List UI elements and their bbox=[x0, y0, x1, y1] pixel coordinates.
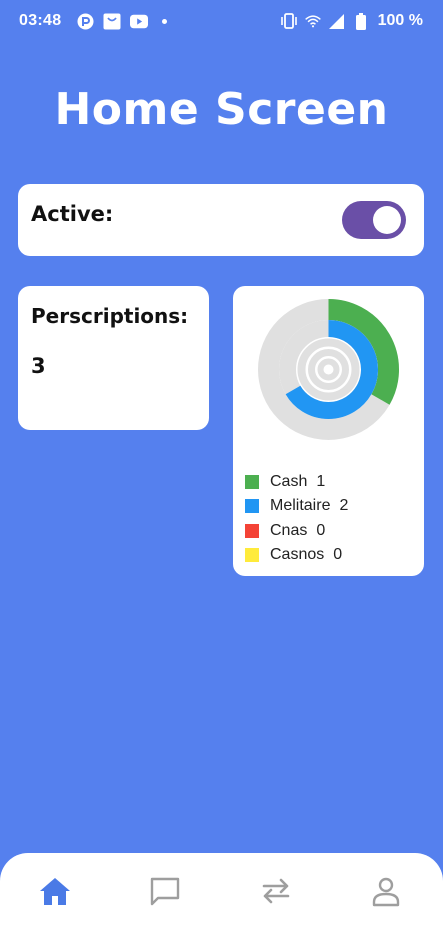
signal-icon bbox=[328, 12, 346, 30]
youtube-icon bbox=[130, 12, 148, 30]
pocket-casts-icon bbox=[76, 12, 94, 30]
legend-label: Cash bbox=[270, 473, 308, 491]
legend-value: 0 bbox=[333, 546, 343, 564]
home-icon bbox=[40, 878, 70, 905]
active-card: Active: bbox=[18, 184, 424, 256]
notification-dot-icon bbox=[162, 18, 167, 24]
battery-percentage: 100 % bbox=[377, 12, 423, 29]
status-bar: 03:48 100 % bbox=[0, 0, 443, 44]
ring-track bbox=[308, 349, 349, 390]
notification-icons bbox=[76, 12, 167, 30]
chart-legend: Cash 1 Melitaire 2 Cnas 0 Casnos 0 bbox=[245, 470, 348, 567]
ring-track bbox=[317, 358, 340, 381]
prescriptions-label: Perscriptions: bbox=[31, 304, 189, 328]
bottom-nav bbox=[0, 853, 443, 927]
legend-label: Cnas bbox=[270, 521, 308, 539]
legend-label: Melitaire bbox=[270, 497, 331, 515]
wifi-icon bbox=[304, 12, 322, 30]
nav-home[interactable] bbox=[35, 871, 75, 911]
legend-swatch bbox=[245, 548, 259, 563]
status-time: 03:48 bbox=[19, 12, 62, 29]
chat-icon bbox=[150, 877, 180, 906]
prescriptions-card: Perscriptions: 3 bbox=[18, 286, 209, 430]
legend-item-melitaire: Melitaire 2 bbox=[245, 494, 348, 518]
shopping-bag-icon bbox=[103, 12, 121, 30]
transfer-icon bbox=[262, 878, 290, 904]
legend-value: 0 bbox=[316, 521, 326, 539]
legend-value: 1 bbox=[316, 473, 326, 491]
active-label: Active: bbox=[31, 202, 114, 226]
legend-label: Casnos bbox=[270, 546, 325, 564]
profile-icon bbox=[372, 877, 400, 907]
legend-swatch bbox=[245, 523, 259, 538]
prescriptions-count: 3 bbox=[31, 354, 46, 378]
nav-transfer[interactable] bbox=[256, 871, 296, 911]
vibrate-icon bbox=[280, 12, 298, 30]
legend-item-casnos: Casnos 0 bbox=[245, 543, 348, 567]
ring-chart bbox=[258, 299, 399, 440]
toggle-knob bbox=[373, 206, 401, 234]
legend-swatch bbox=[245, 475, 259, 490]
legend-item-cnas: Cnas 0 bbox=[245, 519, 348, 543]
legend-swatch bbox=[245, 499, 259, 514]
active-toggle[interactable] bbox=[342, 201, 406, 239]
legend-value: 2 bbox=[339, 497, 349, 515]
legend-item-cash: Cash 1 bbox=[245, 470, 348, 494]
nav-profile[interactable] bbox=[366, 871, 406, 911]
page-title: Home Screen bbox=[54, 84, 389, 135]
payment-chart-card: Cash 1 Melitaire 2 Cnas 0 Casnos 0 bbox=[233, 286, 424, 576]
nav-chat[interactable] bbox=[145, 871, 185, 911]
system-icons: 100 % bbox=[280, 12, 423, 30]
battery-icon bbox=[352, 12, 370, 30]
